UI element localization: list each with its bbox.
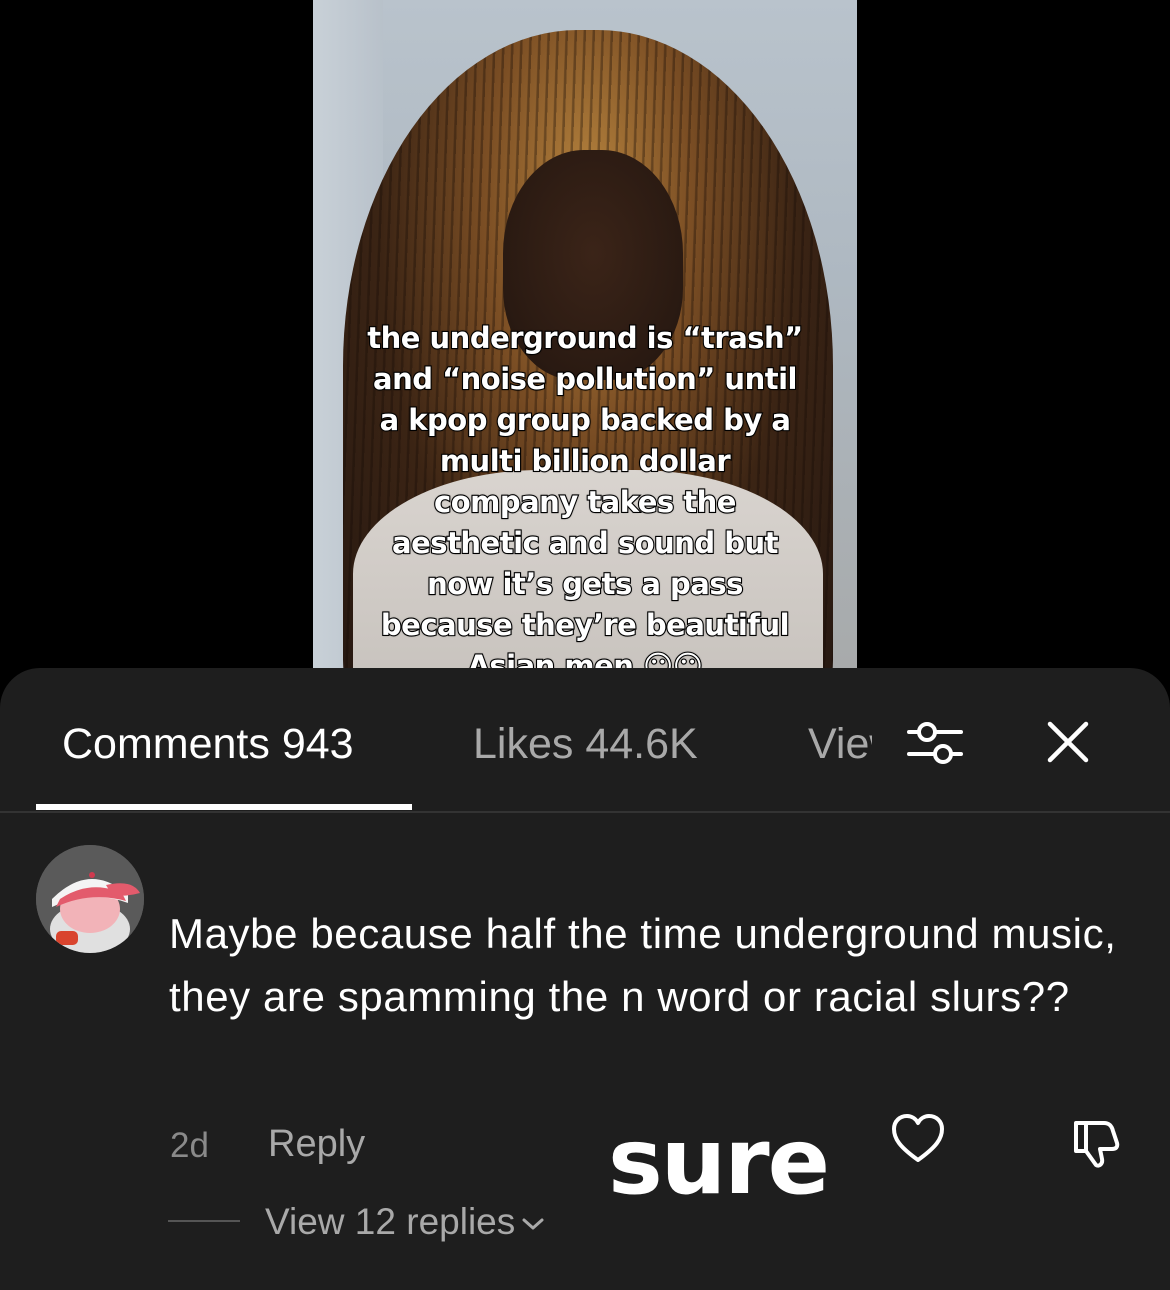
comments-sheet: Comments 943 Likes 44.6K Views: [0, 668, 1170, 1290]
screen: the underground is “trash” and “noise po…: [0, 0, 1170, 1290]
replies-divider-line: [168, 1220, 240, 1222]
video-player[interactable]: the underground is “trash” and “noise po…: [313, 0, 857, 700]
tab-views[interactable]: Views: [808, 720, 872, 769]
avatar[interactable]: [36, 845, 144, 953]
active-tab-indicator: [36, 804, 412, 810]
comment-timestamp: 2d: [170, 1126, 209, 1165]
close-icon[interactable]: [1040, 714, 1096, 770]
tab-bar: Comments 943 Likes 44.6K Views: [0, 668, 1170, 813]
reply-button[interactable]: Reply: [268, 1123, 365, 1166]
tab-divider: [0, 811, 1170, 813]
thumbs-down-icon[interactable]: [1068, 1113, 1126, 1171]
tab-likes[interactable]: Likes 44.6K: [473, 720, 698, 769]
comment-text: Maybe because half the time underground …: [169, 910, 1117, 1020]
heart-outline-icon[interactable]: [890, 1113, 946, 1165]
view-replies-link[interactable]: View 12 replies: [265, 1201, 545, 1243]
view-replies-label: View 12 replies: [265, 1201, 516, 1242]
filter-sliders-icon[interactable]: [903, 714, 967, 770]
overlay-text: sure: [608, 1108, 830, 1215]
tab-comments[interactable]: Comments 943: [62, 720, 354, 769]
chevron-down-icon: [522, 1218, 544, 1230]
video-caption: the underground is “trash” and “noise po…: [366, 320, 804, 684]
